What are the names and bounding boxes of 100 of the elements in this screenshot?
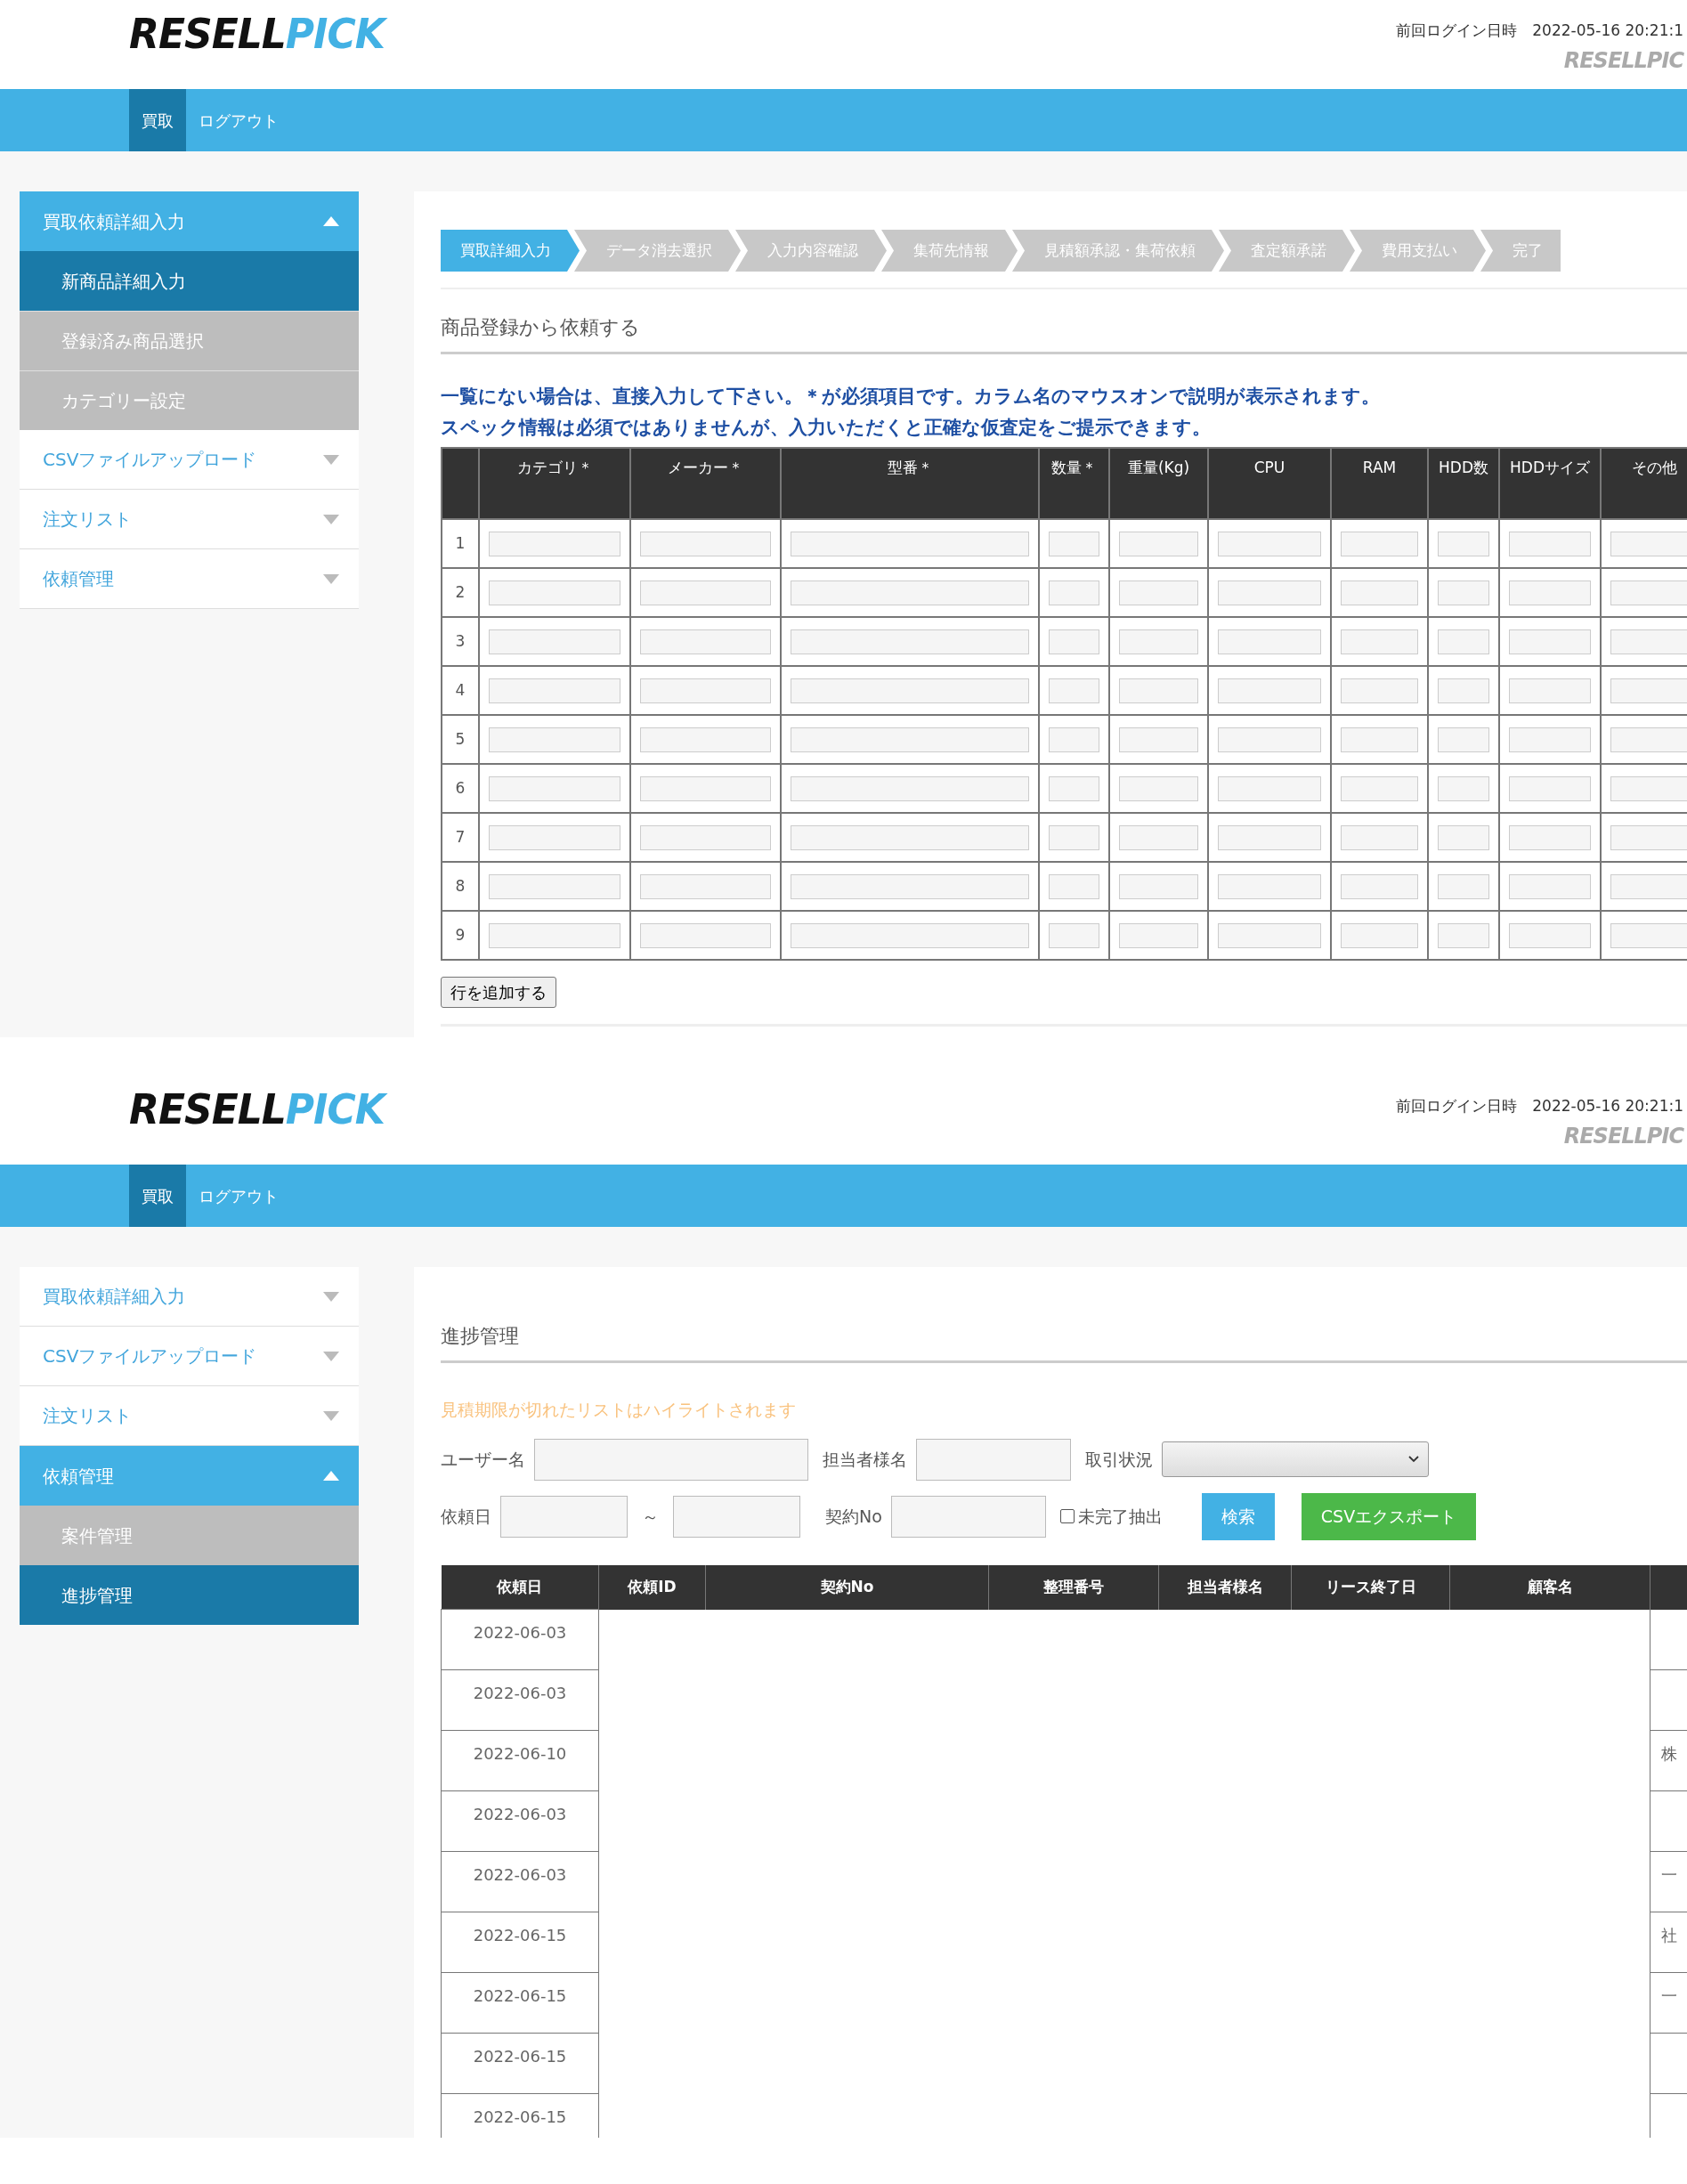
sidebar-item[interactable]: 依頼管理 <box>20 1446 359 1506</box>
input-field[interactable] <box>1218 775 1321 801</box>
input-field[interactable] <box>489 580 620 605</box>
input-field[interactable] <box>1049 727 1099 752</box>
checkbox-option[interactable]: 未完了抽出 <box>1059 1504 1163 1530</box>
input-field[interactable] <box>1438 727 1489 752</box>
input-field[interactable] <box>1341 873 1418 899</box>
input-field[interactable] <box>1049 824 1099 850</box>
input-field[interactable] <box>1438 873 1489 899</box>
input-field[interactable] <box>1438 531 1489 556</box>
input-field[interactable] <box>1610 824 1687 850</box>
input-field[interactable] <box>1438 629 1489 654</box>
input-field[interactable] <box>1610 580 1687 605</box>
input-field[interactable] <box>1049 580 1099 605</box>
nav-link[interactable]: 買取 <box>129 89 186 151</box>
input-field[interactable] <box>1610 873 1687 899</box>
input-field[interactable] <box>500 1495 628 1538</box>
input-field[interactable] <box>1509 775 1591 801</box>
sidebar-item[interactable]: 買取依頼詳細入力 <box>20 191 359 251</box>
input-field[interactable] <box>1119 580 1198 605</box>
input-field[interactable] <box>640 727 771 752</box>
input-field[interactable] <box>1218 873 1321 899</box>
input-field[interactable] <box>791 824 1029 850</box>
nav-link[interactable]: ログアウト <box>186 1165 291 1227</box>
input-field[interactable] <box>1438 580 1489 605</box>
input-field[interactable] <box>1119 824 1198 850</box>
input-field[interactable] <box>791 580 1029 605</box>
input-field[interactable] <box>1341 922 1418 948</box>
input-field[interactable] <box>1049 531 1099 556</box>
input-field[interactable] <box>1509 922 1591 948</box>
input-field[interactable] <box>640 922 771 948</box>
input-field[interactable] <box>1341 727 1418 752</box>
input-field[interactable] <box>791 873 1029 899</box>
input-field[interactable] <box>1610 531 1687 556</box>
input-field[interactable] <box>791 678 1029 703</box>
input-field[interactable] <box>1341 629 1418 654</box>
input-field[interactable] <box>489 775 620 801</box>
input-field[interactable] <box>1341 580 1418 605</box>
input-field[interactable] <box>489 531 620 556</box>
nav-link[interactable]: ログアウト <box>186 89 291 151</box>
input-field[interactable] <box>1218 531 1321 556</box>
input-field[interactable] <box>489 824 620 850</box>
input-field[interactable] <box>489 727 620 752</box>
input-field[interactable] <box>1610 629 1687 654</box>
input-field[interactable] <box>489 678 620 703</box>
input-field[interactable] <box>489 629 620 654</box>
input-field[interactable] <box>1438 922 1489 948</box>
input-field[interactable] <box>791 775 1029 801</box>
nav-link[interactable]: 買取 <box>129 1165 186 1227</box>
input-field[interactable] <box>673 1495 800 1538</box>
input-field[interactable] <box>1341 678 1418 703</box>
input-field[interactable] <box>1509 629 1591 654</box>
input-field[interactable] <box>1509 580 1591 605</box>
input-field[interactable] <box>916 1438 1071 1481</box>
input-field[interactable] <box>1119 775 1198 801</box>
input-field[interactable] <box>1341 775 1418 801</box>
input-field[interactable] <box>1610 678 1687 703</box>
input-field[interactable] <box>489 873 620 899</box>
input-field[interactable] <box>640 873 771 899</box>
input-field[interactable] <box>1119 629 1198 654</box>
input-field[interactable] <box>1218 629 1321 654</box>
input-field[interactable] <box>1509 678 1591 703</box>
input-field[interactable] <box>890 1495 1046 1538</box>
input-field[interactable] <box>534 1438 808 1481</box>
input-field[interactable] <box>1119 678 1198 703</box>
input-field[interactable] <box>791 922 1029 948</box>
input-field[interactable] <box>1218 580 1321 605</box>
input-field[interactable] <box>640 775 771 801</box>
input-field[interactable] <box>640 629 771 654</box>
input-field[interactable] <box>1049 873 1099 899</box>
input-field[interactable] <box>791 727 1029 752</box>
input-field[interactable] <box>1049 775 1099 801</box>
input-field[interactable] <box>1438 678 1489 703</box>
select-field[interactable] <box>1162 1441 1429 1478</box>
input-field[interactable] <box>1049 629 1099 654</box>
input-field[interactable] <box>489 922 620 948</box>
input-field[interactable] <box>640 531 771 556</box>
sidebar-subitem[interactable]: 新商品詳細入力 <box>20 251 359 311</box>
sidebar-subitem[interactable]: 進捗管理 <box>20 1565 359 1625</box>
input-field[interactable] <box>1509 727 1591 752</box>
input-field[interactable] <box>1218 678 1321 703</box>
input-field[interactable] <box>791 531 1029 556</box>
input-field[interactable] <box>1218 727 1321 752</box>
input-field[interactable] <box>640 678 771 703</box>
input-field[interactable] <box>640 824 771 850</box>
export-button[interactable]: CSVエクスポート <box>1301 1492 1477 1540</box>
input-field[interactable] <box>1119 531 1198 556</box>
search-button[interactable]: 検索 <box>1201 1492 1275 1540</box>
add-row-button[interactable]: 行を追加する <box>441 977 556 1009</box>
input-field[interactable] <box>1218 824 1321 850</box>
input-field[interactable] <box>1610 922 1687 948</box>
input-field[interactable] <box>791 629 1029 654</box>
input-field[interactable] <box>1509 824 1591 850</box>
input-field[interactable] <box>1049 922 1099 948</box>
input-field[interactable] <box>1119 922 1198 948</box>
input-field[interactable] <box>1218 922 1321 948</box>
input-field[interactable] <box>1341 824 1418 850</box>
input-field[interactable] <box>1341 531 1418 556</box>
input-field[interactable] <box>1509 873 1591 899</box>
input-field[interactable] <box>1119 873 1198 899</box>
